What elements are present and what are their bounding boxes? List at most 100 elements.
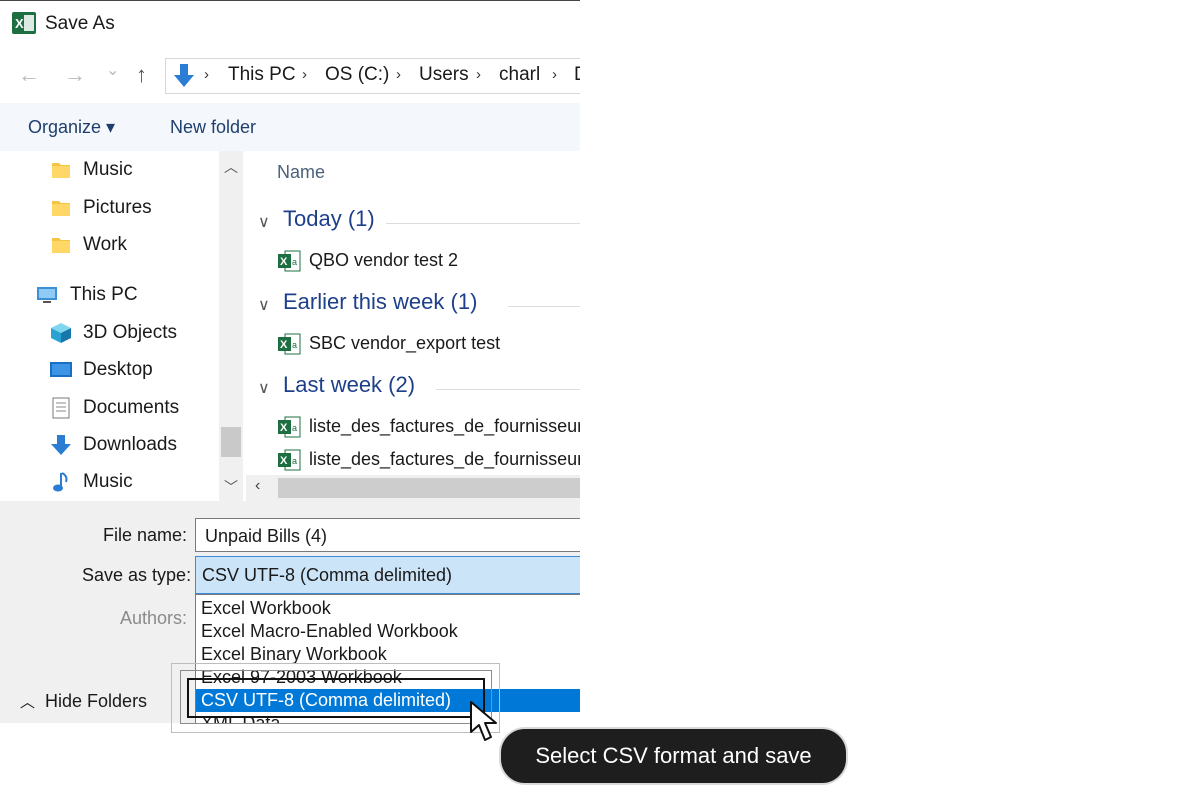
group-title: Last week (2) (283, 372, 416, 397)
sidebar-item-desktop[interactable]: Desktop (50, 356, 215, 386)
group-earlier-this-week[interactable]: ∨ Earlier this week (1) (258, 289, 580, 323)
desktop-icon (50, 362, 72, 377)
svg-text:X: X (280, 455, 288, 467)
group-divider (386, 223, 580, 224)
breadcrumb-next[interactable]: D (574, 64, 580, 86)
scroll-down-icon[interactable]: ﹀ (224, 477, 238, 497)
cube-icon (51, 323, 71, 343)
sidebar-item-label: Pictures (83, 197, 152, 218)
file-name-field[interactable]: Unpaid Bills (4) (195, 518, 580, 552)
svg-text:X: X (15, 16, 24, 31)
instruction-callout: Select CSV format and save (499, 727, 848, 785)
svg-text:X: X (280, 256, 288, 268)
scroll-thumb[interactable] (221, 427, 241, 457)
new-folder-button[interactable]: New folder (170, 117, 256, 138)
sidebar-item-this-pc[interactable]: This PC (36, 281, 216, 311)
sidebar-item-label: Documents (83, 397, 180, 418)
scroll-thumb[interactable] (278, 478, 580, 498)
excel-app-icon: X (12, 12, 36, 34)
breadcrumb-separator-icon: › (396, 66, 401, 83)
sidebar-item-3d-objects[interactable]: 3D Objects (50, 319, 215, 349)
sidebar-item-label: 3D Objects (83, 322, 177, 343)
download-icon (51, 435, 71, 455)
file-row[interactable]: Xa QBO vendor test 2 (278, 248, 580, 276)
sidebar-item-downloads[interactable]: Downloads (50, 431, 215, 461)
breadcrumb-charl[interactable]: charl (499, 64, 540, 86)
hide-folders-button[interactable]: ︿ Hide Folders (20, 691, 147, 712)
sidebar-item-label: Music (83, 471, 133, 492)
sidebar-item-label: Desktop (83, 359, 153, 380)
hide-folders-label: Hide Folders (45, 691, 148, 711)
navigation-bar: ← → ⌄ ↑ › This PC › OS (C:) › Users › ch… (0, 49, 580, 103)
breadcrumb-separator-icon: › (552, 66, 557, 83)
breadcrumb-this-pc[interactable]: This PC (228, 64, 296, 86)
mouse-pointer-icon (470, 701, 497, 741)
svg-text:a: a (292, 340, 297, 350)
save-as-type-select[interactable]: CSV UTF-8 (Comma delimited) (195, 556, 580, 594)
svg-text:a: a (292, 257, 297, 267)
computer-icon (37, 287, 57, 303)
group-divider (508, 306, 580, 307)
excel-file-icon: Xa (278, 333, 301, 355)
title-bar: X Save As (0, 1, 580, 49)
back-arrow-icon[interactable]: ← (18, 63, 40, 87)
folder-icon (52, 201, 70, 216)
forward-arrow-icon[interactable]: → (64, 63, 86, 87)
breadcrumb-separator-icon: › (204, 66, 209, 83)
file-row[interactable]: Xa liste_des_factures_de_fournisseur (278, 447, 580, 475)
window-title: Save As (45, 13, 115, 34)
file-name: QBO vendor test 2 (309, 250, 459, 270)
group-divider (436, 389, 580, 390)
sidebar-item-documents[interactable]: Documents (50, 394, 215, 424)
up-arrow-icon[interactable]: ↑ (136, 63, 147, 87)
file-name: liste_des_factures_de_fournisseur (309, 416, 580, 436)
sidebar-item-work[interactable]: Work (50, 231, 215, 261)
save-as-dialog: X Save As ← → ⌄ ↑ › This PC › OS (C:) › … (0, 0, 580, 723)
excel-file-icon: Xa (278, 449, 301, 471)
excel-file-icon: Xa (278, 250, 301, 272)
svg-text:a: a (292, 423, 297, 433)
save-type-option[interactable]: Excel Workbook (196, 597, 580, 620)
breadcrumb-separator-icon: › (476, 66, 481, 83)
chevron-down-icon[interactable]: ∨ (258, 295, 270, 315)
excel-file-icon: Xa (278, 416, 301, 438)
chevron-down-icon[interactable]: ∨ (258, 212, 270, 232)
authors-label: Authors: (120, 608, 188, 628)
file-row[interactable]: Xa SBC vendor_export test (278, 331, 580, 359)
breadcrumb-os-c[interactable]: OS (C:) (325, 64, 389, 86)
file-name-label: File name: (103, 525, 188, 545)
file-name: SBC vendor_export test (309, 333, 501, 353)
breadcrumb-users[interactable]: Users (419, 64, 469, 86)
column-header-name[interactable]: Name (277, 162, 325, 183)
sidebar-item-pictures[interactable]: Pictures (50, 194, 215, 224)
save-type-option[interactable]: Excel Macro-Enabled Workbook (196, 620, 580, 643)
navigation-pane-scrollbar[interactable]: ︿ ﹀ (219, 151, 243, 501)
group-last-week[interactable]: ∨ Last week (2) (258, 372, 580, 406)
documents-icon (52, 397, 70, 419)
scroll-left-icon[interactable]: ‹ (255, 477, 260, 495)
group-title: Today (1) (283, 206, 375, 231)
svg-text:X: X (280, 339, 288, 351)
chevron-down-icon[interactable]: ∨ (258, 378, 270, 398)
organize-button[interactable]: Organize ▾ (28, 117, 115, 138)
svg-text:X: X (280, 422, 288, 434)
sidebar-item-label: Work (83, 234, 127, 255)
sidebar-item-music-2[interactable]: Music (50, 468, 215, 498)
file-row[interactable]: Xa liste_des_factures_de_fournisseur (278, 414, 580, 442)
chevron-up-icon: ︿ (20, 694, 36, 711)
folder-icon (52, 163, 70, 178)
file-list-horizontal-scrollbar[interactable]: ‹ (246, 475, 580, 501)
scroll-up-icon[interactable]: ︿ (224, 157, 238, 177)
music-icon (53, 472, 68, 492)
file-name: liste_des_factures_de_fournisseur (309, 449, 580, 469)
address-bar[interactable]: › This PC › OS (C:) › Users › charl › D (165, 58, 580, 94)
highlight-frame (187, 678, 485, 718)
group-today[interactable]: ∨ Today (1) (258, 206, 580, 240)
recent-locations-chevron-icon[interactable]: ⌄ (106, 59, 119, 83)
save-as-type-label: Save as type: (82, 565, 192, 585)
file-list-pane: Name ∨ Today (1) Xa QBO vendor test 2 ∨ … (246, 151, 580, 501)
svg-text:a: a (292, 456, 297, 466)
download-location-icon (174, 64, 194, 87)
sidebar-item-music[interactable]: Music (50, 156, 215, 186)
breadcrumb-separator-icon: › (302, 66, 307, 83)
